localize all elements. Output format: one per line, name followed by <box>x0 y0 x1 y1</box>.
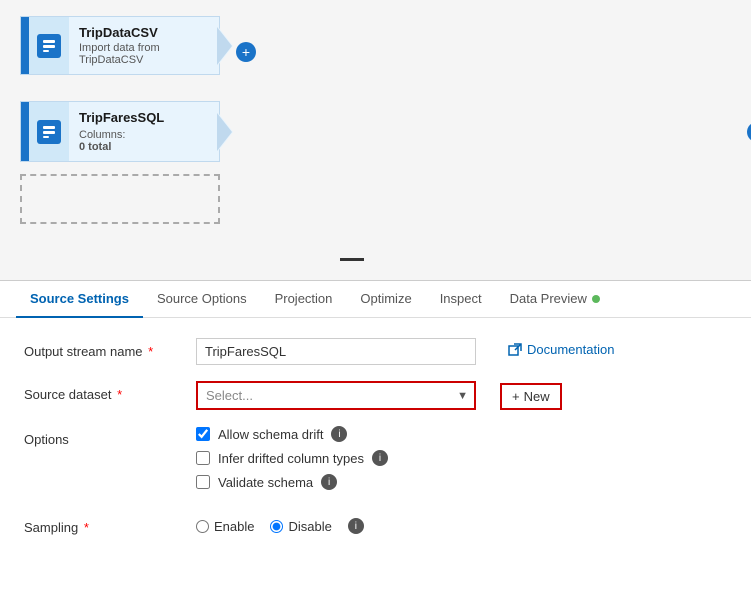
node-title-2: TripFaresSQL <box>79 110 209 125</box>
tab-source-settings[interactable]: Source Settings <box>16 281 143 318</box>
node-icon-area-2 <box>29 102 69 161</box>
options-label: Options <box>24 426 184 447</box>
source-dataset-select[interactable]: Select... <box>196 381 476 410</box>
node-left-bar <box>21 17 29 74</box>
allow-schema-drift-row: Allow schema drift i <box>196 426 388 442</box>
node-body-2: TripFaresSQL Columns: 0 total <box>69 102 219 161</box>
sampling-label: Sampling * <box>24 514 184 535</box>
sampling-disable-radio[interactable] <box>270 520 283 533</box>
external-link-icon <box>508 343 522 357</box>
validate-schema-checkbox[interactable] <box>196 475 210 489</box>
tab-inspect[interactable]: Inspect <box>426 281 496 318</box>
columns-value: 0 total <box>79 141 209 153</box>
node-subtitle: Import data from TripDataCSV <box>79 42 209 66</box>
sampling-enable-option: Enable <box>196 519 254 534</box>
drop-zone[interactable] <box>20 174 220 224</box>
output-stream-name-row: Output stream name * Documentation <box>24 338 727 365</box>
sampling-enable-radio[interactable] <box>196 520 209 533</box>
sampling-row: Sampling * Enable Disable i <box>24 514 727 535</box>
options-row: Options Allow schema drift i Infer drift… <box>24 426 727 498</box>
required-star-1: * <box>148 344 153 359</box>
infer-drifted-checkbox[interactable] <box>196 451 210 465</box>
node-left-bar-2 <box>21 102 29 161</box>
documentation-link[interactable]: Documentation <box>508 342 614 357</box>
canvas-area: TripDataCSV Import data from TripDataCSV… <box>0 0 751 280</box>
plus-icon: + <box>512 389 520 404</box>
new-btn-label: New <box>524 389 550 404</box>
minimize-bar[interactable] <box>340 258 364 261</box>
validate-schema-row: Validate schema i <box>196 474 388 490</box>
node-arrow-2 <box>219 114 233 150</box>
sampling-disable-option: Disable <box>270 519 331 534</box>
output-stream-name-input[interactable] <box>196 338 476 365</box>
node-meta: Columns: 0 total <box>79 129 209 153</box>
right-actions: Documentation <box>488 338 614 357</box>
required-star-2: * <box>117 387 122 402</box>
node-trip-fares-sql[interactable]: TripFaresSQL Columns: 0 total <box>20 101 220 162</box>
sampling-info-icon[interactable]: i <box>348 518 364 534</box>
source-dataset-control: Select... ▼ <box>196 381 476 410</box>
doc-link-label: Documentation <box>527 342 614 357</box>
node-trip-data-csv[interactable]: TripDataCSV Import data from TripDataCSV <box>20 16 220 75</box>
new-dataset-button[interactable]: + New <box>500 383 562 410</box>
select-wrapper: Select... ▼ <box>196 381 476 410</box>
data-preview-indicator <box>592 295 600 303</box>
infer-drifted-info-icon[interactable]: i <box>372 450 388 466</box>
tab-projection[interactable]: Projection <box>261 281 347 318</box>
validate-schema-info-icon[interactable]: i <box>321 474 337 490</box>
allow-schema-drift-info-icon[interactable]: i <box>331 426 347 442</box>
node-arrow <box>219 28 233 64</box>
new-button-wrapper: + New <box>500 383 562 410</box>
tab-optimize[interactable]: Optimize <box>346 281 425 318</box>
tab-data-preview-label: Data Preview <box>510 291 587 306</box>
node-icon-area <box>29 17 69 74</box>
tab-data-preview[interactable]: Data Preview <box>496 281 614 318</box>
output-stream-name-control <box>196 338 476 365</box>
output-stream-name-label: Output stream name * <box>24 338 184 359</box>
options-form: Allow schema drift i Infer drifted colum… <box>196 426 388 498</box>
tab-source-options[interactable]: Source Options <box>143 281 261 318</box>
add-node-button-2[interactable]: + <box>747 122 751 142</box>
node-body: TripDataCSV Import data from TripDataCSV <box>69 17 219 74</box>
infer-drifted-row: Infer drifted column types i <box>196 450 388 466</box>
source-dataset-label: Source dataset * <box>24 381 184 402</box>
sampling-disable-label: Disable <box>288 519 331 534</box>
source-dataset-row: Source dataset * Select... ▼ + New <box>24 381 727 410</box>
validate-schema-label: Validate schema <box>218 475 313 490</box>
allow-schema-drift-label: Allow schema drift <box>218 427 323 442</box>
sampling-radio-group: Enable Disable i <box>196 518 364 534</box>
data-source-icon-2 <box>37 120 61 144</box>
allow-schema-drift-checkbox[interactable] <box>196 427 210 441</box>
node-title: TripDataCSV <box>79 25 209 40</box>
data-source-icon <box>37 34 61 58</box>
add-node-button[interactable]: + <box>236 42 256 62</box>
infer-drifted-label: Infer drifted column types <box>218 451 364 466</box>
sampling-enable-label: Enable <box>214 519 254 534</box>
settings-panel: Output stream name * Documentation Sourc… <box>0 318 751 571</box>
tabs-row: Source Settings Source Options Projectio… <box>0 281 751 318</box>
required-star-3: * <box>84 520 89 535</box>
